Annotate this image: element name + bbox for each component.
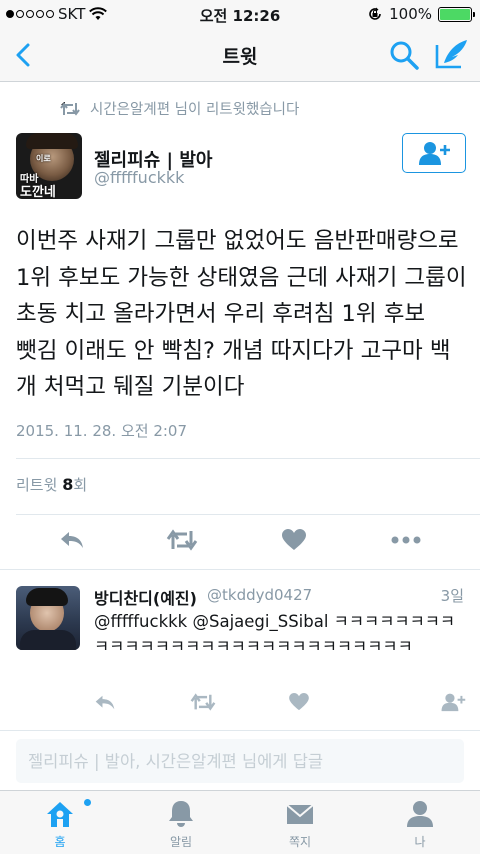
retweet-count-unit: 회 bbox=[73, 476, 88, 494]
navigation-bar: 트윗 bbox=[0, 28, 480, 82]
status-bar: SKT 오전 12:26 100% bbox=[0, 0, 480, 28]
add-user-icon bbox=[441, 693, 466, 712]
add-user-icon bbox=[419, 142, 450, 165]
retweet-count-label: 리트윗 bbox=[16, 476, 58, 494]
retweet-context: 시간은알계편 님이 리트윗했습니다 bbox=[60, 98, 299, 119]
reply-icon bbox=[61, 532, 83, 548]
tab-home[interactable]: 홈 bbox=[12, 791, 108, 854]
reply-reply-button[interactable] bbox=[88, 687, 122, 717]
reply-text: @fffffuckkk @Sajaegi_SSibal ㅋㅋㅋㅋㅋㅋㅋㅋㅋㅋㅋㅋ… bbox=[94, 612, 456, 656]
person-icon bbox=[407, 801, 433, 827]
tab-label: 쪽지 bbox=[288, 835, 312, 849]
reply-input[interactable] bbox=[16, 739, 464, 783]
divider bbox=[0, 569, 480, 570]
retweet-button[interactable] bbox=[165, 525, 199, 555]
heart-icon bbox=[289, 693, 309, 711]
reply-follow-button[interactable] bbox=[436, 687, 470, 717]
retweet-count[interactable]: 리트윗 8회 bbox=[16, 474, 87, 495]
orientation-lock-icon bbox=[369, 7, 381, 20]
compose-icon[interactable] bbox=[434, 37, 470, 71]
tab-me[interactable]: 나 bbox=[372, 791, 468, 854]
battery-percent: 100% bbox=[389, 5, 432, 23]
reply-compose-area bbox=[0, 730, 480, 790]
divider bbox=[16, 514, 480, 515]
avatar-caption-small: 이로 bbox=[36, 154, 51, 163]
tab-label: 나 bbox=[414, 835, 426, 849]
more-icon bbox=[391, 536, 421, 544]
chevron-left-icon[interactable] bbox=[10, 40, 38, 70]
retweeted-by-text[interactable]: 시간은알계편 님이 리트윗했습니다 bbox=[90, 98, 299, 119]
tab-label: 알림 bbox=[169, 835, 193, 849]
tweet-timestamp: 2015. 11. 28. 오전 2:07 bbox=[16, 422, 188, 440]
tab-notifications[interactable]: 알림 bbox=[133, 791, 229, 854]
retweet-icon bbox=[60, 101, 80, 116]
reply-like-button[interactable] bbox=[282, 687, 316, 717]
heart-icon bbox=[282, 529, 306, 550]
avatar-caption-large: 도깐네 bbox=[20, 185, 56, 199]
battery-icon bbox=[438, 6, 475, 22]
reply-author-handle[interactable]: @tkddyd0427 bbox=[207, 586, 312, 604]
retweet-icon bbox=[190, 693, 216, 711]
follow-button[interactable] bbox=[402, 133, 466, 173]
home-icon bbox=[47, 802, 73, 827]
reply-author-avatar[interactable] bbox=[16, 586, 80, 650]
bell-icon bbox=[169, 801, 193, 827]
author-avatar[interactable]: 이로 따바 도깐네 bbox=[16, 133, 82, 199]
envelope-icon bbox=[286, 804, 314, 824]
search-icon[interactable] bbox=[388, 39, 420, 71]
retweet-icon bbox=[166, 529, 198, 551]
more-button[interactable] bbox=[389, 525, 423, 555]
reply-time: 3일 bbox=[440, 587, 464, 605]
like-button[interactable] bbox=[277, 525, 311, 555]
reply-author-display-name[interactable]: 방디찬디(예진) bbox=[94, 585, 197, 609]
tab-bar: 홈 알림 쪽지 나 bbox=[0, 790, 480, 854]
tab-label: 홈 bbox=[54, 835, 66, 849]
reply-retweet-button[interactable] bbox=[186, 687, 220, 717]
reply-button[interactable] bbox=[55, 525, 89, 555]
tweet-text: 이번주 사재기 그룹만 없었어도 음반판매량으로 1위 후보도 가능한 상태였음… bbox=[16, 228, 467, 400]
status-right: 100% bbox=[367, 5, 475, 23]
tab-messages[interactable]: 쪽지 bbox=[252, 791, 348, 854]
retweet-count-value: 8 bbox=[62, 475, 74, 494]
divider bbox=[16, 458, 480, 459]
author-handle[interactable]: @fffffuckkk bbox=[94, 168, 184, 187]
reply-icon bbox=[95, 695, 115, 709]
unread-dot bbox=[84, 799, 91, 806]
